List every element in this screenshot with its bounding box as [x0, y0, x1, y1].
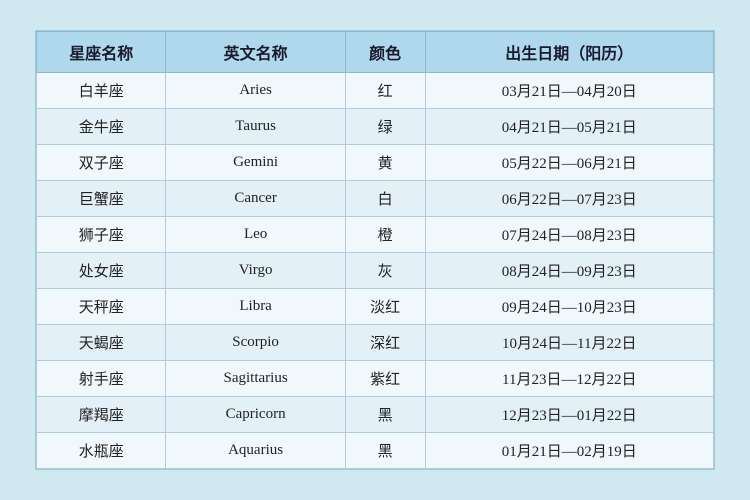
cell-english: Gemini [166, 145, 345, 181]
cell-chinese: 狮子座 [37, 217, 166, 253]
table-row: 水瓶座Aquarius黑01月21日—02月19日 [37, 433, 714, 469]
cell-date: 11月23日—12月22日 [425, 361, 713, 397]
cell-chinese: 双子座 [37, 145, 166, 181]
cell-english: Aquarius [166, 433, 345, 469]
cell-date: 12月23日—01月22日 [425, 397, 713, 433]
table-row: 天蝎座Scorpio深红10月24日—11月22日 [37, 325, 714, 361]
table-row: 射手座Sagittarius紫红11月23日—12月22日 [37, 361, 714, 397]
table-row: 摩羯座Capricorn黑12月23日—01月22日 [37, 397, 714, 433]
cell-chinese: 摩羯座 [37, 397, 166, 433]
table-row: 天秤座Libra淡红09月24日—10月23日 [37, 289, 714, 325]
cell-color: 红 [345, 73, 425, 109]
cell-date: 03月21日—04月20日 [425, 73, 713, 109]
cell-chinese: 射手座 [37, 361, 166, 397]
header-english: 英文名称 [166, 32, 345, 73]
cell-chinese: 天秤座 [37, 289, 166, 325]
cell-english: Virgo [166, 253, 345, 289]
cell-date: 01月21日—02月19日 [425, 433, 713, 469]
cell-date: 08月24日—09月23日 [425, 253, 713, 289]
header-chinese: 星座名称 [37, 32, 166, 73]
cell-color: 黄 [345, 145, 425, 181]
cell-color: 深红 [345, 325, 425, 361]
cell-color: 橙 [345, 217, 425, 253]
cell-color: 淡红 [345, 289, 425, 325]
cell-english: Leo [166, 217, 345, 253]
cell-color: 灰 [345, 253, 425, 289]
cell-date: 09月24日—10月23日 [425, 289, 713, 325]
zodiac-table: 星座名称 英文名称 颜色 出生日期（阳历） 白羊座Aries红03月21日—04… [36, 31, 714, 469]
cell-chinese: 金牛座 [37, 109, 166, 145]
cell-chinese: 巨蟹座 [37, 181, 166, 217]
cell-date: 10月24日—11月22日 [425, 325, 713, 361]
table-row: 处女座Virgo灰08月24日—09月23日 [37, 253, 714, 289]
cell-english: Aries [166, 73, 345, 109]
cell-color: 黑 [345, 433, 425, 469]
table-row: 白羊座Aries红03月21日—04月20日 [37, 73, 714, 109]
cell-date: 06月22日—07月23日 [425, 181, 713, 217]
cell-color: 绿 [345, 109, 425, 145]
cell-english: Sagittarius [166, 361, 345, 397]
header-color: 颜色 [345, 32, 425, 73]
cell-chinese: 天蝎座 [37, 325, 166, 361]
header-date: 出生日期（阳历） [425, 32, 713, 73]
cell-color: 紫红 [345, 361, 425, 397]
cell-english: Scorpio [166, 325, 345, 361]
cell-date: 04月21日—05月21日 [425, 109, 713, 145]
cell-english: Cancer [166, 181, 345, 217]
zodiac-table-container: 星座名称 英文名称 颜色 出生日期（阳历） 白羊座Aries红03月21日—04… [35, 30, 715, 470]
cell-color: 白 [345, 181, 425, 217]
table-row: 狮子座Leo橙07月24日—08月23日 [37, 217, 714, 253]
table-header-row: 星座名称 英文名称 颜色 出生日期（阳历） [37, 32, 714, 73]
cell-color: 黑 [345, 397, 425, 433]
cell-date: 05月22日—06月21日 [425, 145, 713, 181]
cell-english: Taurus [166, 109, 345, 145]
cell-chinese: 处女座 [37, 253, 166, 289]
cell-english: Capricorn [166, 397, 345, 433]
table-row: 巨蟹座Cancer白06月22日—07月23日 [37, 181, 714, 217]
table-row: 双子座Gemini黄05月22日—06月21日 [37, 145, 714, 181]
cell-chinese: 白羊座 [37, 73, 166, 109]
cell-chinese: 水瓶座 [37, 433, 166, 469]
table-row: 金牛座Taurus绿04月21日—05月21日 [37, 109, 714, 145]
cell-date: 07月24日—08月23日 [425, 217, 713, 253]
cell-english: Libra [166, 289, 345, 325]
